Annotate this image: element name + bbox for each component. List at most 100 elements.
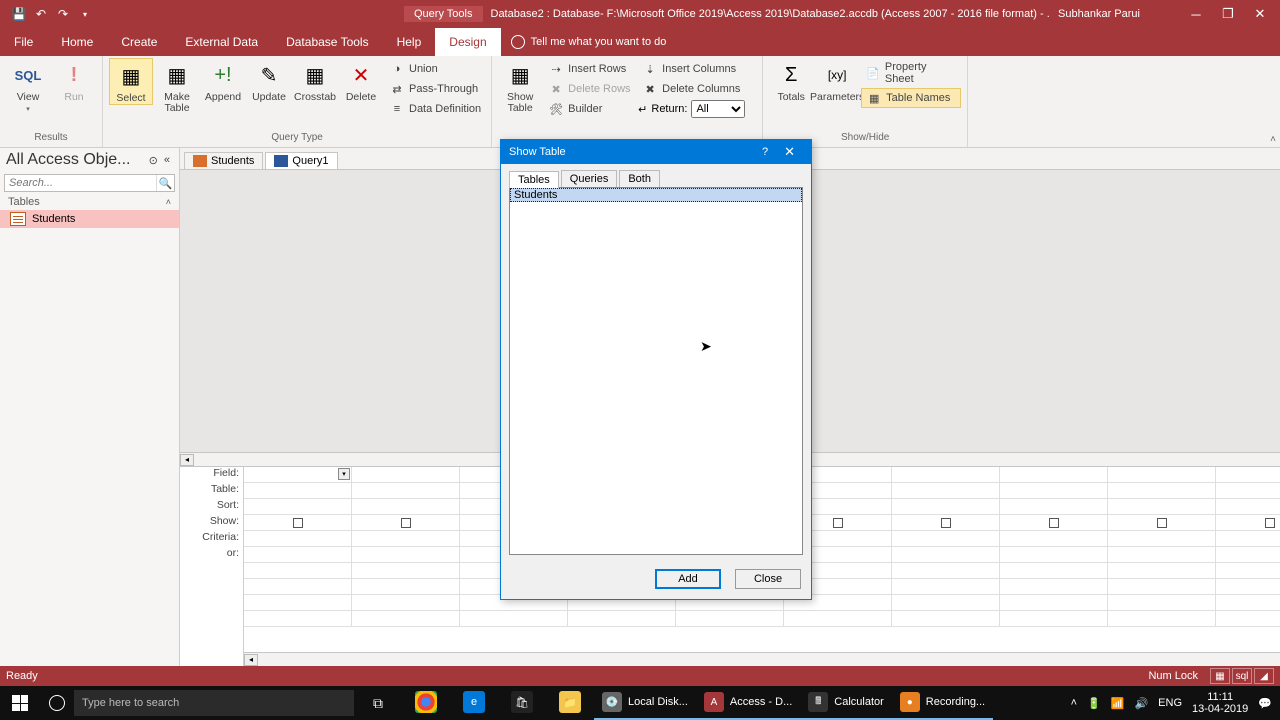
grid-cell[interactable]: [1108, 611, 1216, 626]
qat-customize-icon[interactable]: ▾: [76, 5, 94, 23]
grid-cell[interactable]: [892, 563, 1000, 578]
grid-cell[interactable]: [1108, 563, 1216, 578]
nav-search[interactable]: 🔍: [4, 174, 175, 192]
grid-cell[interactable]: [460, 611, 568, 626]
grid-cell[interactable]: [352, 563, 460, 578]
task-view-button[interactable]: ⧉: [354, 686, 402, 720]
grid-cell[interactable]: [1108, 483, 1216, 498]
doc-tab-query1[interactable]: Query1: [265, 152, 337, 169]
undo-icon[interactable]: ↶: [32, 5, 50, 23]
grid-cell[interactable]: [1108, 579, 1216, 594]
grid-cell[interactable]: [352, 499, 460, 514]
grid-cell[interactable]: [1108, 547, 1216, 562]
language-indicator[interactable]: ENG: [1158, 697, 1182, 709]
make-table-button[interactable]: ▦ Make Table: [155, 58, 199, 114]
parameters-button[interactable]: [xy] Parameters: [815, 58, 859, 103]
dialog-close-icon[interactable]: ✕: [776, 144, 803, 160]
tab-file[interactable]: File: [0, 28, 47, 56]
grid-cell-show[interactable]: [1108, 515, 1216, 530]
battery-icon[interactable]: 🔋: [1087, 697, 1101, 710]
property-sheet-button[interactable]: 📄Property Sheet: [861, 60, 961, 86]
taskbar-app-store[interactable]: 🛍: [498, 686, 546, 720]
checkbox-icon[interactable]: [833, 518, 843, 528]
grid-cell[interactable]: [1108, 467, 1216, 482]
grid-cell-show[interactable]: [1216, 515, 1280, 530]
cortana-button[interactable]: [40, 695, 74, 711]
collapse-ribbon-icon[interactable]: ˄: [1270, 134, 1276, 145]
insert-columns-button[interactable]: ⇣Insert Columns: [638, 60, 756, 78]
grid-cell[interactable]: [1216, 579, 1280, 594]
grid-cell[interactable]: [1216, 483, 1280, 498]
grid-cell[interactable]: [1108, 595, 1216, 610]
table-names-button[interactable]: ▦Table Names: [861, 88, 961, 108]
dialog-tab-both[interactable]: Both: [619, 170, 660, 187]
volume-icon[interactable]: 🔊: [1134, 697, 1148, 710]
run-button[interactable]: ! Run: [52, 58, 96, 103]
return-control[interactable]: ↵ Return: All: [638, 100, 756, 118]
nav-header[interactable]: All Access Obje... ⊙ «: [0, 148, 179, 172]
grid-cell[interactable]: ▾: [244, 467, 352, 482]
dialog-table-list[interactable]: Students: [509, 187, 803, 555]
clock[interactable]: 11:11 13-04-2019: [1192, 691, 1248, 715]
grid-cell[interactable]: [1108, 531, 1216, 546]
grid-cell[interactable]: [1216, 611, 1280, 626]
append-button[interactable]: +! Append: [201, 58, 245, 103]
close-button[interactable]: Close: [735, 569, 801, 589]
grid-cell[interactable]: [1000, 563, 1108, 578]
tab-database-tools[interactable]: Database Tools: [272, 28, 383, 56]
grid-cell-show[interactable]: [1000, 515, 1108, 530]
grid-cell[interactable]: [1000, 531, 1108, 546]
grid-cell[interactable]: [244, 563, 352, 578]
grid-cell[interactable]: [352, 467, 460, 482]
tab-design[interactable]: Design: [435, 28, 500, 56]
grid-cell[interactable]: [1216, 563, 1280, 578]
tray-expand-icon[interactable]: ˄: [1071, 697, 1077, 709]
tell-me-search[interactable]: Tell me what you want to do: [501, 28, 677, 56]
show-table-button[interactable]: ▦ Show Table: [498, 58, 542, 114]
grid-cell[interactable]: [1108, 499, 1216, 514]
dialog-list-item-students[interactable]: Students: [510, 188, 802, 202]
taskbar-app-access[interactable]: AAccess - D...: [696, 686, 800, 720]
tab-help[interactable]: Help: [383, 28, 436, 56]
search-icon[interactable]: 🔍: [156, 175, 174, 191]
grid-cell[interactable]: [244, 499, 352, 514]
grid-cell[interactable]: [784, 611, 892, 626]
taskbar-search[interactable]: Type here to search: [74, 690, 354, 716]
grid-cell-show[interactable]: [892, 515, 1000, 530]
totals-button[interactable]: Σ Totals: [769, 58, 813, 103]
update-button[interactable]: ✎ Update: [247, 58, 291, 103]
dialog-help-icon[interactable]: ?: [754, 146, 776, 158]
wifi-icon[interactable]: 📶: [1111, 697, 1125, 710]
checkbox-icon[interactable]: [1265, 518, 1275, 528]
grid-cell[interactable]: [352, 579, 460, 594]
grid-cell[interactable]: [1216, 547, 1280, 562]
grid-cell[interactable]: [892, 467, 1000, 482]
grid-cell[interactable]: [1000, 547, 1108, 562]
grid-cell[interactable]: [892, 611, 1000, 626]
scroll-left-icon[interactable]: ◂: [180, 454, 194, 466]
taskbar-app-chrome[interactable]: [402, 686, 450, 720]
builder-button[interactable]: 🛠Builder: [544, 100, 636, 118]
taskbar-app-recording[interactable]: ●Recording...: [892, 686, 993, 720]
grid-cell[interactable]: [1000, 611, 1108, 626]
grid-cell[interactable]: [1216, 467, 1280, 482]
checkbox-icon[interactable]: [1049, 518, 1059, 528]
nav-category-tables[interactable]: Tables ˄: [0, 194, 179, 210]
nav-item-students[interactable]: Students: [0, 210, 179, 228]
grid-cell[interactable]: [1000, 595, 1108, 610]
crosstab-button[interactable]: ▦ Crosstab: [293, 58, 337, 103]
grid-cell[interactable]: [244, 595, 352, 610]
grid-cell[interactable]: [352, 611, 460, 626]
delete-rows-button[interactable]: ✖Delete Rows: [544, 80, 636, 98]
view-button[interactable]: SQL View ▾: [6, 58, 50, 113]
dialog-titlebar[interactable]: Show Table ? ✕: [501, 140, 811, 164]
start-button[interactable]: [0, 686, 40, 720]
nav-dropdown-icon[interactable]: ⊙: [146, 154, 161, 167]
redo-icon[interactable]: ↷: [54, 5, 72, 23]
view-sql-icon[interactable]: sql: [1232, 668, 1252, 684]
restore-icon[interactable]: ❐: [1212, 0, 1244, 28]
minimize-icon[interactable]: ─: [1180, 0, 1212, 28]
union-button[interactable]: ◑Union: [385, 60, 485, 78]
grid-cell[interactable]: [1000, 483, 1108, 498]
grid-cell[interactable]: [892, 483, 1000, 498]
